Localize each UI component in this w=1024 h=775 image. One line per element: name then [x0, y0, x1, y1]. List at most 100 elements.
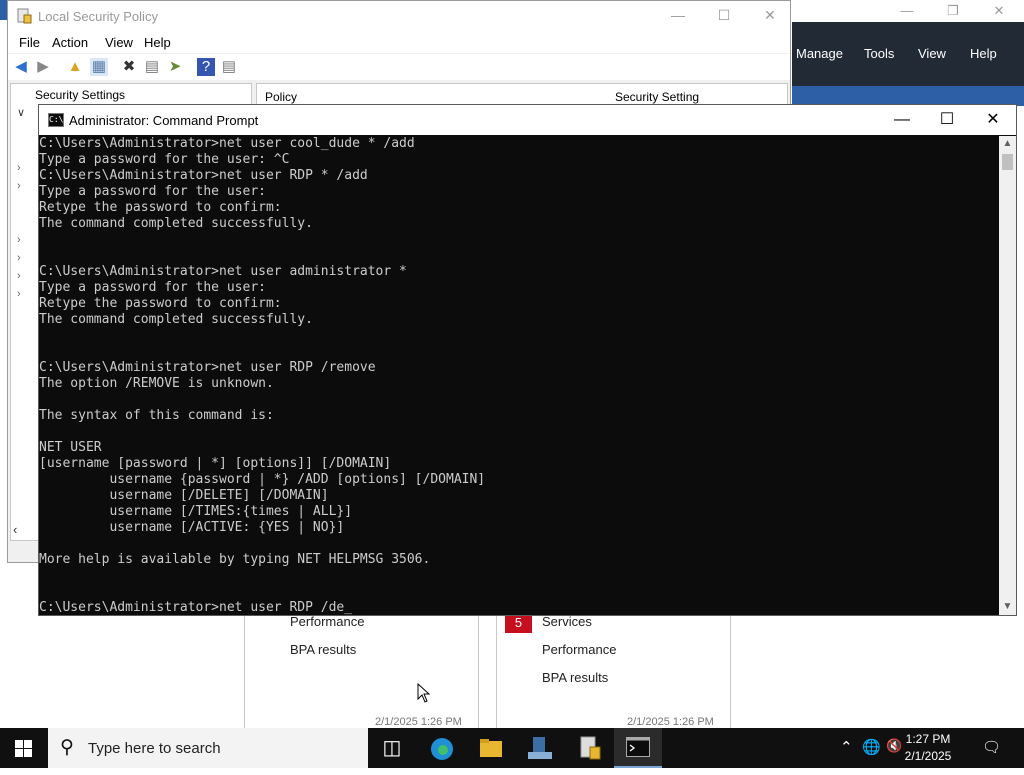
menu-tools[interactable]: Tools — [864, 46, 894, 61]
cmd-titlebar[interactable]: C:\ Administrator: Command Prompt — ☐ ✕ — [39, 105, 1016, 135]
dashboard-tile: 5 Services Performance BPA results 2/1/2… — [496, 613, 731, 729]
alert-count-badge[interactable]: 5 — [505, 613, 532, 633]
tile-link-services[interactable]: Services — [542, 614, 592, 629]
scroll-down-arrow-icon[interactable]: ▼ — [999, 599, 1016, 615]
console-line: username {password | *} /ADD [options] [… — [39, 472, 486, 487]
maximize-button[interactable]: ☐ — [925, 109, 969, 131]
menu-file[interactable]: File — [19, 35, 40, 50]
menu-view[interactable]: View — [105, 35, 133, 50]
menu-help[interactable]: Help — [144, 35, 171, 50]
tile-link-performance[interactable]: Performance — [542, 642, 616, 657]
forward-arrow-icon[interactable]: ▶ — [34, 58, 52, 76]
console-line: Type a password for the user: ^C — [39, 152, 290, 167]
column-policy[interactable]: Policy — [265, 90, 297, 104]
clock-time[interactable]: 1:27 PM — [900, 732, 956, 746]
tree-expand-chevron-icon[interactable]: › — [17, 288, 21, 300]
tile-link-performance[interactable]: Performance — [290, 614, 364, 629]
network-globe-icon[interactable]: 🌐 — [862, 738, 881, 756]
menu-action[interactable]: Action — [52, 35, 88, 50]
menu-help[interactable]: Help — [970, 46, 997, 61]
windows-logo-icon — [15, 740, 32, 757]
clock-date[interactable]: 2/1/2025 — [900, 749, 956, 763]
console-line: Type a password for the user: — [39, 184, 266, 199]
export-list-icon[interactable]: ➤ — [166, 58, 184, 76]
close-button[interactable]: ✕ — [971, 109, 1015, 131]
minimize-button[interactable]: — — [892, 2, 922, 20]
file-explorer-icon[interactable] — [467, 728, 515, 768]
scroll-thumb[interactable] — [1002, 154, 1013, 170]
tree-expand-chevron-icon[interactable]: › — [17, 180, 21, 192]
console-line: username [/DELETE] [/DOMAIN] — [39, 488, 329, 503]
start-button[interactable] — [0, 728, 48, 768]
console-text: C:\Users\Administrator>net user cool_dud… — [39, 136, 999, 615]
console-line: The command completed successfully. — [39, 312, 313, 327]
back-arrow-icon[interactable]: ◀ — [12, 58, 30, 76]
column-security-setting[interactable]: Security Setting — [615, 90, 699, 104]
properties-icon[interactable]: ▤ — [143, 58, 161, 76]
edge-icon[interactable] — [418, 728, 466, 768]
close-button[interactable]: ✕ — [755, 7, 785, 24]
tree-expand-chevron-icon[interactable]: › — [17, 270, 21, 282]
tree-expand-chevron-icon[interactable]: › — [17, 162, 21, 174]
console-output[interactable]: C:\Users\Administrator>net user cool_dud… — [39, 136, 999, 615]
console-line: The option /REMOVE is unknown. — [39, 376, 274, 391]
minimize-button[interactable]: — — [663, 7, 693, 23]
lsp-titlebar: Local Security Policy — ☐ ✕ — [8, 1, 790, 31]
console-line: C:\Users\Administrator>net user RDP /de_ — [39, 600, 353, 615]
tree-collapse-chevron-icon[interactable]: ∨ — [17, 106, 25, 119]
tree-root-label[interactable]: Security Settings — [35, 88, 125, 102]
command-prompt-icon: C:\ — [48, 113, 64, 127]
minimize-button[interactable]: — — [880, 109, 924, 131]
command-prompt-icon[interactable] — [614, 728, 662, 768]
lsp-menubar: File Action View Help — [8, 31, 790, 53]
taskbar: ⚲ Type here to search ◫ ⌃ 🌐 🔇 1:27 PM 2/… — [0, 728, 1024, 768]
console-line: The syntax of this command is: — [39, 408, 274, 423]
search-placeholder: Type here to search — [88, 740, 221, 757]
console-line: username [/TIMES:{times | ALL}] — [39, 504, 353, 519]
console-line: C:\Users\Administrator>net user RDP * /a… — [39, 168, 368, 183]
console-line: Retype the password to confirm: — [39, 200, 282, 215]
tree-expand-chevron-icon[interactable]: › — [17, 252, 21, 264]
notifications-icon[interactable]: 🗨 — [982, 738, 1001, 756]
tile-link-bpa-results[interactable]: BPA results — [290, 642, 356, 657]
menu-view[interactable]: View — [918, 46, 946, 61]
scroll-up-arrow-icon[interactable]: ▲ — [999, 136, 1016, 152]
task-view-icon[interactable]: ◫ — [368, 728, 416, 768]
security-policy-icon — [17, 8, 32, 24]
console-line: C:\Users\Administrator>net user RDP /rem… — [39, 360, 376, 375]
console-line: The command completed successfully. — [39, 216, 313, 231]
command-prompt-window[interactable]: C:\ Administrator: Command Prompt — ☐ ✕ … — [38, 104, 1017, 616]
window-title: Administrator: Command Prompt — [69, 113, 259, 128]
vertical-scrollbar[interactable]: ▲ ▼ — [999, 136, 1016, 615]
console-line: C:\Users\Administrator>net user administ… — [39, 264, 407, 279]
up-folder-icon[interactable]: ▲ — [66, 58, 84, 76]
console-line: username [/ACTIVE: {YES | NO}] — [39, 520, 345, 535]
show-hide-tree-icon[interactable]: ▦ — [90, 58, 108, 76]
console-line: NET USER — [39, 440, 102, 455]
console-line: [username [password | *] [options]] [/DO… — [39, 456, 392, 471]
delete-icon[interactable]: ✖ — [120, 58, 138, 76]
local-security-policy-icon[interactable] — [566, 728, 614, 768]
tree-header: Security Settings — [11, 84, 251, 106]
menu-manage[interactable]: Manage — [796, 46, 843, 61]
server-manager-menubar: Manage Tools View Help — [792, 22, 1024, 86]
maximize-button[interactable]: ☐ — [709, 7, 739, 24]
help-icon[interactable]: ? — [197, 58, 215, 76]
lsp-list-header: Policy Security Setting — [256, 83, 788, 105]
server-manager-titlebar: — ❐ ✕ — [792, 0, 1024, 22]
console-line: More help is available by typing NET HEL… — [39, 552, 431, 567]
server-manager-icon[interactable] — [516, 728, 564, 768]
restore-button[interactable]: ❐ — [938, 2, 968, 20]
tree-expand-chevron-icon[interactable]: › — [17, 234, 21, 246]
console-line: C:\Users\Administrator>net user cool_dud… — [39, 136, 415, 151]
view-icon[interactable]: ▤ — [220, 58, 238, 76]
search-icon: ⚲ — [60, 737, 74, 758]
show-hidden-icons-chevron-icon[interactable]: ⌃ — [840, 738, 853, 756]
tile-link-bpa-results[interactable]: BPA results — [542, 670, 608, 685]
console-line: Retype the password to confirm: — [39, 296, 282, 311]
console-line: Type a password for the user: — [39, 280, 266, 295]
close-button[interactable]: ✕ — [984, 2, 1014, 20]
server-manager-edge — [0, 0, 7, 20]
mouse-pointer-icon — [417, 683, 431, 703]
taskbar-search-box[interactable]: ⚲ Type here to search — [48, 728, 368, 768]
